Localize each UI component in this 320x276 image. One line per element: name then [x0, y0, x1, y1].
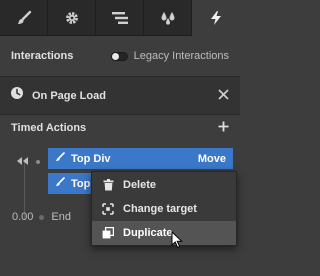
end-time: 0.00 [12, 211, 34, 223]
timed-actions-header: Timed Actions [0, 114, 240, 142]
close-icon[interactable] [218, 87, 229, 105]
timeline-dot [39, 214, 45, 220]
timed-action-item[interactable]: Top Div Move [48, 148, 233, 169]
timeline-controls [16, 153, 40, 171]
clock-icon [10, 86, 24, 105]
tab-navigator[interactable] [96, 0, 144, 36]
action-type-label: Move [197, 152, 226, 165]
drops-icon [160, 10, 176, 26]
timeline-dot [36, 160, 40, 164]
menu-item-delete[interactable]: Delete [92, 173, 236, 197]
duplicate-icon [101, 227, 115, 239]
interactions-title: Interactions [11, 50, 74, 62]
lightning-icon [209, 10, 223, 26]
menu-item-duplicate[interactable]: Duplicate [92, 221, 236, 245]
trash-icon [101, 179, 115, 191]
layers-icon [111, 11, 129, 25]
toggle-knob [111, 52, 119, 60]
gear-icon [64, 10, 80, 26]
menu-item-change-target[interactable]: Change target [92, 197, 236, 221]
target-icon [101, 203, 115, 215]
legacy-toggle-group[interactable]: Legacy Interactions [110, 50, 229, 62]
tab-swatches[interactable] [144, 0, 192, 36]
menu-item-label: Duplicate [123, 227, 173, 239]
context-menu: Delete Change target Duplicate [91, 171, 237, 246]
brush-icon [55, 152, 65, 165]
action-target-label: Top Div [71, 152, 111, 165]
tab-settings[interactable] [48, 0, 96, 36]
brush-icon [55, 177, 65, 190]
interactions-header: Interactions Legacy Interactions [0, 37, 240, 75]
legacy-interactions-toggle[interactable] [110, 51, 128, 61]
timed-actions-title: Timed Actions [11, 122, 87, 134]
mouse-cursor-icon [171, 230, 183, 254]
menu-item-label: Change target [123, 203, 197, 215]
tab-style[interactable] [0, 0, 48, 36]
menu-item-label: Delete [123, 179, 157, 191]
legacy-interactions-label: Legacy Interactions [133, 50, 229, 62]
end-label: End [51, 211, 71, 223]
panel-tabs [0, 0, 240, 36]
trigger-label: On Page Load [32, 89, 106, 102]
trigger-row[interactable]: On Page Load [0, 77, 240, 114]
tab-interactions[interactable] [192, 0, 240, 36]
timeline-end: 0.00 End [12, 211, 71, 223]
brush-icon [16, 10, 32, 26]
add-icon[interactable] [218, 119, 229, 137]
rewind-icon[interactable] [16, 153, 29, 171]
